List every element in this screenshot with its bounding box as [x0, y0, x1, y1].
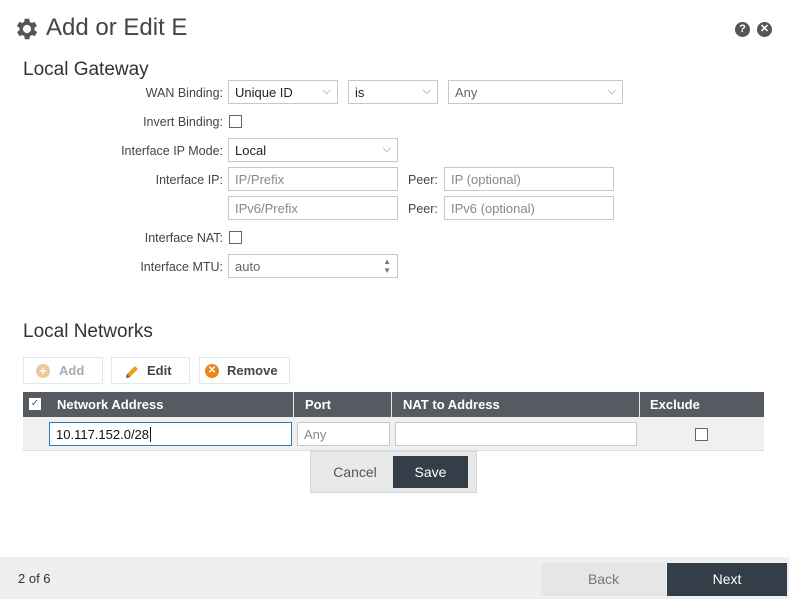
- remove-button-label: Remove: [227, 363, 278, 378]
- port-input[interactable]: Any: [297, 422, 390, 446]
- interface-mtu-value: auto: [235, 259, 261, 274]
- step-indicator: 2 of 6: [18, 571, 51, 586]
- cancel-button[interactable]: Cancel: [318, 456, 392, 488]
- column-network-address[interactable]: Network Address: [57, 392, 163, 417]
- wan-binding-target-select[interactable]: Any ⌵: [448, 80, 623, 104]
- wan-binding-type-value: Unique ID: [235, 85, 293, 100]
- interface-ip-mode-select[interactable]: Local ⌵: [228, 138, 398, 162]
- local-gateway-heading: Local Gateway: [23, 59, 149, 80]
- close-icon[interactable]: ✕: [757, 22, 772, 37]
- column-exclude[interactable]: Exclude: [650, 392, 700, 417]
- wan-binding-label: WAN Binding:: [145, 86, 223, 100]
- edit-button-label: Edit: [147, 363, 172, 378]
- help-icon[interactable]: ?: [735, 22, 750, 37]
- peer-ipv4-input[interactable]: IP (optional): [444, 167, 614, 191]
- column-port[interactable]: Port: [305, 392, 331, 417]
- interface-nat-label: Interface NAT:: [144, 231, 223, 245]
- interface-mtu-label: Interface MTU:: [140, 260, 223, 274]
- column-nat-to-address[interactable]: NAT to Address: [403, 392, 500, 417]
- interface-mtu-input[interactable]: auto ▲ ▼: [228, 254, 398, 278]
- peer6-label: Peer:: [408, 202, 438, 216]
- next-button[interactable]: Next: [667, 563, 787, 596]
- interface-ipv6-input[interactable]: IPv6/Prefix: [228, 196, 398, 220]
- wan-binding-target-value: Any: [455, 85, 478, 100]
- add-icon: +: [36, 364, 50, 378]
- checkbox-icon[interactable]: ✓: [29, 398, 41, 410]
- remove-button[interactable]: ✕ Remove: [199, 357, 290, 384]
- invert-binding-checkbox[interactable]: [229, 115, 242, 128]
- column-divider: [391, 392, 392, 417]
- pencil-icon: [126, 366, 138, 378]
- chevron-down-icon: ⌵: [382, 143, 391, 155]
- invert-binding-label: Invert Binding:: [143, 115, 223, 129]
- edit-button[interactable]: Edit: [111, 357, 190, 384]
- local-networks-heading: Local Networks: [23, 321, 153, 342]
- chevron-down-icon: ⌵: [422, 85, 431, 97]
- table-row: 10.117.152.0/28 Any: [23, 417, 764, 451]
- peer-ipv6-input[interactable]: IPv6 (optional): [444, 196, 614, 220]
- exclude-checkbox[interactable]: [695, 428, 708, 441]
- grid-header: ✓ Network Address Port NAT to Address Ex…: [23, 392, 764, 417]
- page-title: Add or Edit E: [46, 14, 188, 41]
- interface-ip-label: Interface IP:: [155, 173, 223, 187]
- add-button[interactable]: + Add: [23, 357, 103, 384]
- back-button[interactable]: Back: [541, 563, 666, 596]
- add-button-label: Add: [59, 363, 85, 378]
- interface-ip-mode-label: Interface IP Mode:: [121, 144, 223, 158]
- remove-icon: ✕: [205, 364, 219, 378]
- wan-binding-operator-select[interactable]: is ⌵: [348, 80, 438, 104]
- chevron-down-icon: ⌵: [322, 85, 331, 97]
- interface-nat-checkbox[interactable]: [229, 231, 242, 244]
- wan-binding-operator-value: is: [355, 85, 365, 100]
- wan-binding-type-select[interactable]: Unique ID ⌵: [228, 80, 338, 104]
- spinner-icon[interactable]: ▲ ▼: [383, 257, 391, 275]
- save-button[interactable]: Save: [393, 456, 468, 488]
- column-divider: [639, 392, 640, 417]
- gear-icon: [16, 18, 38, 40]
- column-divider: [293, 392, 294, 417]
- network-address-input[interactable]: 10.117.152.0/28: [49, 422, 292, 446]
- nat-to-address-input[interactable]: [395, 422, 637, 446]
- interface-ipv4-input[interactable]: IP/Prefix: [228, 167, 398, 191]
- interface-ip-mode-value: Local: [235, 143, 267, 158]
- peer-label: Peer:: [408, 173, 438, 187]
- chevron-down-icon: ⌵: [607, 85, 616, 97]
- network-address-value: 10.117.152.0/28: [56, 427, 150, 442]
